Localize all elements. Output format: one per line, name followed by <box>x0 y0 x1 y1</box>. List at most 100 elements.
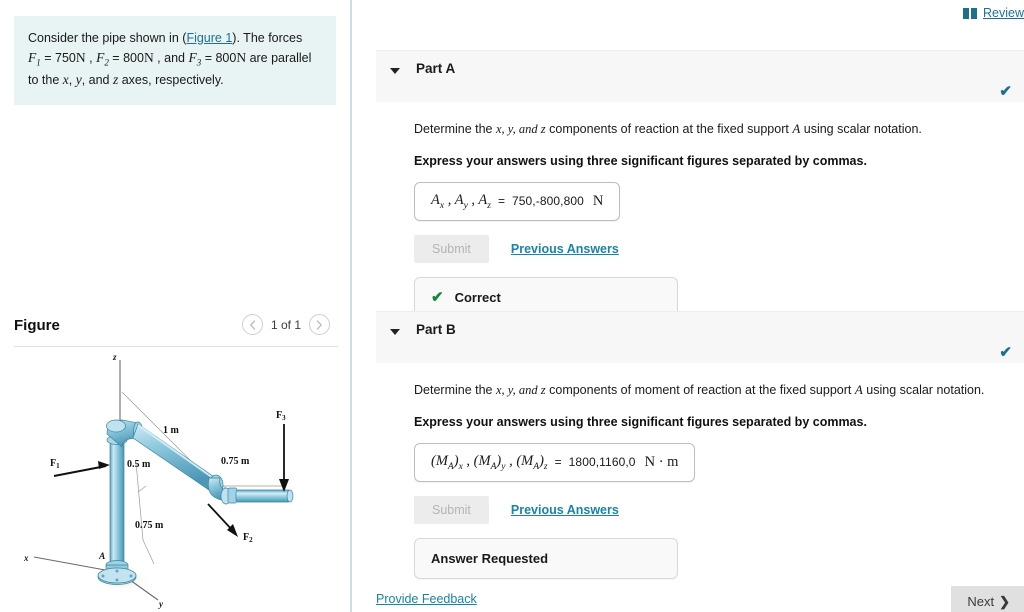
pager-label: 1 of 1 <box>270 317 301 332</box>
part-a-answer-field[interactable]: Ax , Ay , Az = 750,-800,800 N <box>414 181 621 221</box>
right-panel: Review Part A ✔ Determine the x, y, and … <box>354 0 1024 612</box>
figure-1-link[interactable]: Figure 1 <box>186 31 232 45</box>
part-b-title: Part B <box>416 322 456 337</box>
flange-bolt <box>115 569 119 573</box>
axis-y-ref: y <box>75 72 82 88</box>
correct-check-icon: ✔ <box>431 289 444 307</box>
dim-tick-3 <box>137 485 147 493</box>
pager-prev-button[interactable] <box>241 314 263 335</box>
part-a-prompt-pre: Determine the <box>414 122 496 136</box>
pipe-elbow-cap <box>106 419 126 433</box>
figure-pager: 1 of 1 <box>241 314 330 335</box>
problem-statement: Consider the pipe shown in (Figure 1). T… <box>14 16 336 105</box>
pipe-figure[interactable]: z x y A F1 F2 F3 1 m 0.5 m 0.75 m 0.75 m <box>12 352 342 610</box>
pipe-vertical <box>109 439 125 566</box>
figure-title: Figure <box>14 317 60 334</box>
collapse-caret-icon[interactable] <box>390 329 400 335</box>
next-button[interactable]: Next ❯ <box>951 586 1024 612</box>
part-b-status-box: Answer Requested <box>414 537 678 579</box>
axis-z-label: z <box>112 352 117 362</box>
dimension-075m-bottom: 0.75 m <box>135 520 164 531</box>
part-b-answer-value: 1800,1160,0 <box>568 455 636 470</box>
force-f3-label: F3 <box>276 410 286 422</box>
part-b-prompt-pre: Determine the <box>414 383 496 397</box>
pipe-diagram-svg: z x y A F1 F2 F3 1 m 0.5 m 0.75 m 0.75 m <box>23 352 294 609</box>
part-a-title: Part A <box>416 61 456 76</box>
part-b-complete-check-icon: ✔ <box>999 344 1012 361</box>
dim-leader-4 <box>142 539 155 565</box>
part-b-answer-unit: N · m <box>644 453 679 470</box>
part-a-previous-answers-link[interactable]: Previous Answers <box>511 242 619 256</box>
part-a-equals: = <box>497 194 505 209</box>
part-b-equals: = <box>554 455 562 470</box>
force-f3-symbol: F3 <box>188 50 202 68</box>
force-f1-value: 750 <box>55 51 76 65</box>
part-b-submit-button[interactable]: Submit <box>414 495 489 524</box>
chevron-left-icon <box>249 319 256 330</box>
provide-feedback-link[interactable]: Provide Feedback <box>376 592 477 606</box>
part-b-answer-label: (MA)x , (MA)y , (MA)z <box>431 452 548 472</box>
part-a-status-text: Correct <box>454 289 501 305</box>
book-icon <box>963 7 977 19</box>
dimension-05m: 0.5 m <box>127 459 151 470</box>
chevron-right-icon: ❯ <box>999 594 1010 609</box>
part-a-instruction: Express your answers using three signifi… <box>414 153 867 168</box>
part-b-prompt-vars: x, y, and z <box>495 383 546 397</box>
force-f1-arrow <box>53 465 107 477</box>
next-button-label: Next <box>967 594 995 609</box>
flange-bolt <box>129 574 133 578</box>
force-f1-eq: = <box>44 51 52 65</box>
part-a-body: Determine the x, y, and z components of … <box>376 102 1024 318</box>
part-b-actions: Submit Previous Answers <box>414 495 1024 524</box>
part-a-answer-unit: N <box>592 192 604 209</box>
part-b-instruction: Express your answers using three signifi… <box>414 414 867 429</box>
force-f2-value: 800 <box>123 51 144 65</box>
problem-page: Consider the pipe shown in (Figure 1). T… <box>0 0 1024 612</box>
force-f2-eq: = <box>112 51 120 65</box>
part-a-answer-label: Ax , Ay , Az <box>431 191 491 211</box>
part-b-answer-field[interactable]: (MA)x , (MA)y , (MA)z = 1800,1160,0 N · … <box>414 442 696 482</box>
axis-x-ref: x <box>62 72 69 88</box>
figure-header: Figure 1 of 1 <box>14 312 338 346</box>
part-a-answer-value: 750,-800,800 <box>511 194 584 209</box>
collapse-caret-icon[interactable] <box>390 68 400 74</box>
flange-bolt <box>101 574 105 578</box>
part-a-prompt-vars: x, y, and z <box>495 122 546 136</box>
axis-z-ref: z <box>112 72 119 88</box>
pipe-horizontal <box>235 489 291 503</box>
part-a-prompt: Determine the x, y, and z components of … <box>414 119 1024 139</box>
force-f3-value: 800 <box>215 51 237 65</box>
support-label-a: A <box>98 552 105 562</box>
part-b-prompt-post: components of moment of reaction at the … <box>545 382 985 397</box>
part-a-complete-check-icon: ✔ <box>999 83 1012 100</box>
part-b-header[interactable]: Part B ✔ <box>376 311 1024 363</box>
pager-next-button[interactable] <box>309 314 330 335</box>
force-f2-symbol: F2 <box>96 50 109 68</box>
part-a-submit-button[interactable]: Submit <box>414 234 489 263</box>
part-a-block: Part A ✔ Determine the x, y, and z compo… <box>376 50 1024 318</box>
force-f2-label: F2 <box>243 532 253 544</box>
review-row: Review <box>963 6 1024 20</box>
figure-divider <box>14 346 338 347</box>
force-f1-arrowhead <box>98 461 110 469</box>
part-a-actions: Submit Previous Answers <box>414 234 1024 263</box>
part-b-body: Determine the x, y, and z components of … <box>376 363 1024 579</box>
force-f2-unit: N <box>143 50 154 65</box>
force-f3-eq: = <box>204 51 212 65</box>
part-a-header[interactable]: Part A ✔ <box>376 50 1024 102</box>
force-f1-symbol: F1 <box>28 50 41 68</box>
review-link[interactable]: Review <box>983 6 1024 20</box>
pipe-end-cap <box>286 489 294 503</box>
part-b-block: Part B ✔ Determine the x, y, and z compo… <box>376 311 1024 579</box>
axis-y-label: y <box>158 599 164 609</box>
problem-text-1: Consider the pipe shown in ( <box>28 31 187 45</box>
force-f1-unit: N <box>75 50 86 65</box>
part-b-previous-answers-link[interactable]: Previous Answers <box>511 503 619 517</box>
chevron-right-icon <box>316 319 323 330</box>
part-b-status-text: Answer Requested <box>431 550 549 566</box>
axis-x-label: x <box>23 553 29 563</box>
force-f3-unit: N <box>236 50 247 65</box>
part-b-prompt: Determine the x, y, and z components of … <box>414 380 1024 400</box>
flange-bolt <box>115 578 119 582</box>
part-a-prompt-post: components of reaction at the fixed supp… <box>545 121 922 136</box>
